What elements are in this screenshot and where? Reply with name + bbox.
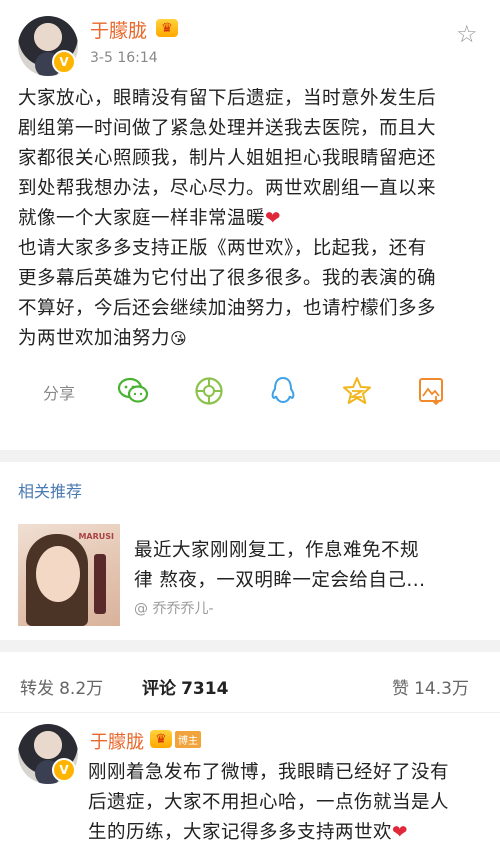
related-line: 律 熬夜，一双明眸一定会给自己... [134, 570, 426, 591]
author-tag: 博主 [175, 731, 201, 748]
post-line: 到处帮我想办法，尽心尽力。两世欢剧组一直以来 [18, 178, 437, 199]
heart-emoji-icon: ❤ [265, 208, 282, 229]
related-title: 相关推荐 [18, 482, 83, 501]
post-line: 就像一个大家庭一样非常温暖❤ [18, 208, 282, 229]
blush-emoji-icon: 😘 [170, 329, 188, 348]
post-body: 大家放心，眼睛没有留下后遗症，当时意外发生后 剧组第一时间做了紧急处理并送我去医… [18, 84, 488, 354]
repost-label: 转发 [20, 679, 54, 699]
verified-badge-icon: V [52, 758, 76, 782]
post-line: 不算好，今后还会继续加油努力，也请柠檬们多多 [18, 298, 437, 319]
related-line: 最近大家刚刚复工，作息难免不规 [134, 540, 420, 561]
post-line: 家都很关心照顾我，制片人姐姐担心我眼睛留疤还 [18, 148, 437, 169]
repost-count: 8.2万 [59, 679, 104, 699]
section-divider [0, 640, 500, 652]
comment-line: 生的历练，大家记得多多支持两世欢❤ [88, 822, 409, 843]
save-image-icon[interactable] [414, 374, 448, 408]
comment-body: 刚刚着急发布了微博，我眼睛已经好了没有 后遗症，大家不用担心哈，一点伤就当是人 … [88, 758, 488, 848]
like-tab[interactable]: 赞 14.3万 [392, 674, 469, 699]
comment-line: 刚刚着急发布了微博，我眼睛已经好了没有 [88, 762, 450, 783]
moments-icon[interactable] [192, 374, 226, 408]
qq-icon[interactable] [266, 374, 300, 408]
comment-count: 7314 [181, 679, 229, 699]
favorite-star-icon[interactable]: ☆ [456, 20, 478, 48]
related-source: @ 乔乔乔儿- [134, 598, 214, 618]
related-thumbnail: MARUSI [18, 524, 120, 626]
verified-badge-icon: V [52, 50, 76, 74]
related-source-name: 乔乔乔儿- [152, 601, 214, 617]
post-line: 也请大家多多支持正版《两世欢》，比起我，还有 [18, 238, 427, 259]
post-time: 3-5 16:14 [90, 50, 158, 66]
like-count: 14.3万 [414, 679, 469, 699]
share-label: 分享 [43, 384, 76, 403]
post-line: 更多幕后英雄为它付出了很多很多。我的表演的确 [18, 268, 437, 289]
at-icon: @ [134, 601, 153, 617]
wechat-icon[interactable] [116, 374, 150, 408]
post-line: 剧组第一时间做了紧急处理并送我去医院，而且大 [18, 118, 437, 139]
repost-tab[interactable]: 转发 8.2万 [20, 674, 103, 699]
crown-icon: ♛ [150, 730, 172, 748]
crown-icon: ♛ [156, 19, 178, 37]
comment-line: 后遗症，大家不用担心哈，一点伤就当是人 [88, 792, 450, 813]
post-line: 大家放心，眼睛没有留下后遗症，当时意外发生后 [18, 88, 437, 109]
heart-emoji-icon: ❤ [392, 822, 409, 843]
post-username[interactable]: 于朦胧 [90, 16, 147, 43]
thumb-brand: MARUSI [78, 532, 114, 541]
like-label: 赞 [392, 679, 409, 699]
related-item[interactable]: MARUSI 最近大家刚刚复工，作息难免不规 律 熬夜，一双明眸一定会给自己..… [0, 510, 500, 628]
post-line: 为两世欢加油努力😘 [18, 328, 188, 349]
comment-label: 评论 [142, 679, 176, 699]
related-text: 最近大家刚刚复工，作息难免不规 律 熬夜，一双明眸一定会给自己... [134, 536, 484, 596]
comment-username[interactable]: 于朦胧 [90, 728, 144, 754]
comment-tab[interactable]: 评论 7314 [142, 674, 228, 699]
stats-divider [0, 712, 500, 713]
section-divider [0, 450, 500, 462]
qzone-icon[interactable] [340, 374, 374, 408]
